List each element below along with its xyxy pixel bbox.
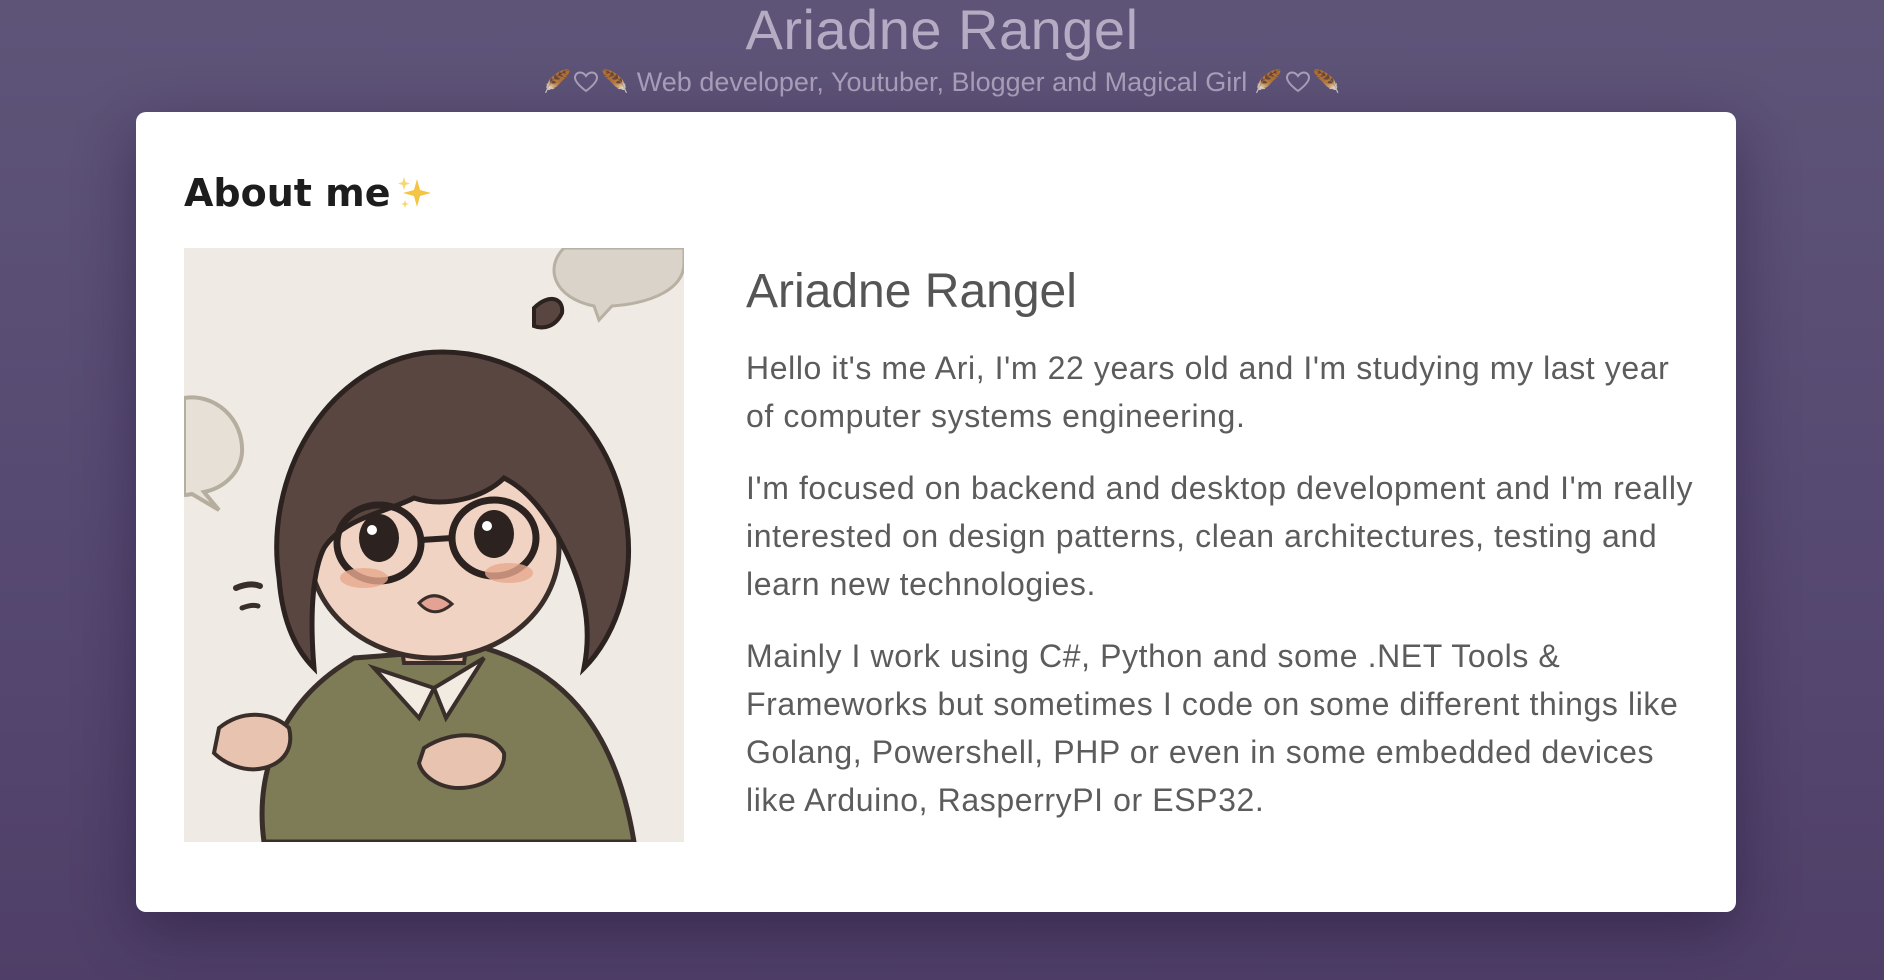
about-heading-text: About me <box>184 171 391 215</box>
wing-icon: 🪶 <box>1312 69 1341 94</box>
wing-icon: 🪶 <box>601 69 629 94</box>
decoration-left: 🪶 🪶 <box>544 62 629 102</box>
about-name: Ariadne Rangel <box>746 265 1077 318</box>
site-title: Ariadne Rangel <box>745 0 1139 61</box>
decoration-right: 🪶 🪶 <box>1255 62 1340 102</box>
wing-icon: 🪶 <box>1255 69 1283 94</box>
about-paragraph: I'm focused on backend and desktop devel… <box>746 470 1694 602</box>
wing-icon: 🪶 <box>543 69 572 94</box>
about-paragraph: Hello it's me Ari, I'm 22 years old and … <box>746 350 1670 434</box>
avatar-illustration <box>184 248 684 842</box>
heart-icon <box>1285 71 1310 93</box>
heart-icon <box>574 71 599 93</box>
about-heading: About me <box>184 168 435 218</box>
sparkles-icon <box>397 177 431 208</box>
site-header: Ariadne Rangel 🪶 🪶 Web developer, Youtub… <box>0 0 1884 102</box>
avatar <box>184 248 684 842</box>
site-subtitle: 🪶 🪶 Web developer, Youtuber, Blogger and… <box>0 62 1884 102</box>
about-paragraph: Mainly I work using C#, Python and some … <box>746 638 1679 818</box>
about-card: About me Ariadne Rangel Hello it's me Ar… <box>136 112 1736 912</box>
about-text: Hello it's me Ari, I'm 22 years old and … <box>746 344 1696 848</box>
subtitle-text: Web developer, Youtuber, Blogger and Mag… <box>636 67 1248 97</box>
